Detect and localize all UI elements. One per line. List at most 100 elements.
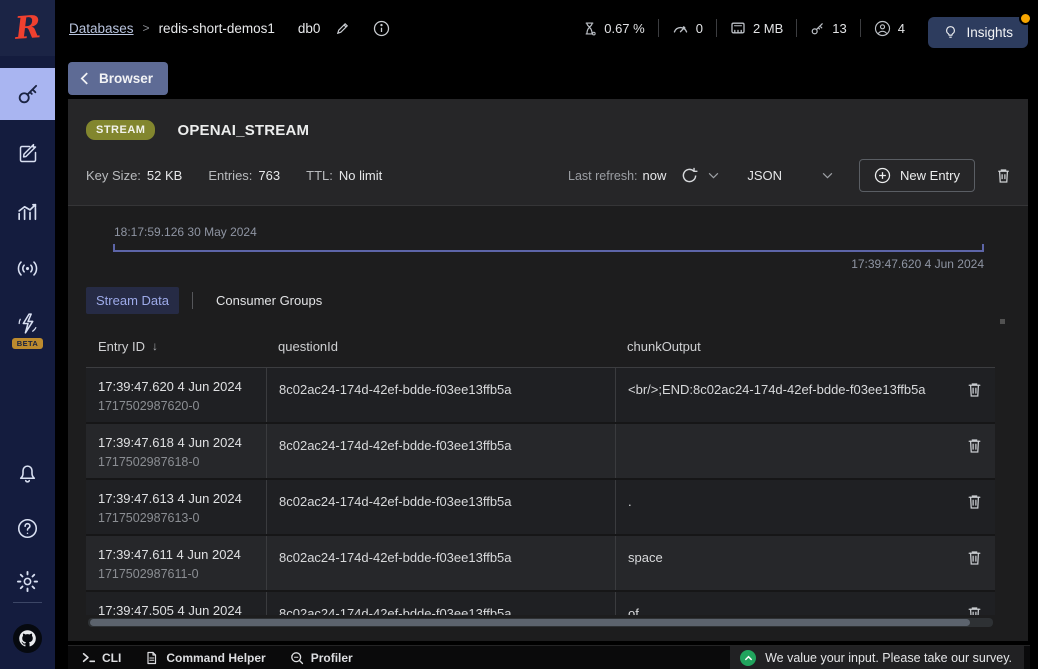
chunkoutput-cell: . [615, 480, 953, 534]
back-to-browser-button[interactable]: Browser [68, 62, 168, 95]
header-stat-cpu-usage: 0.67 % [569, 21, 657, 36]
table-row[interactable]: 17:39:47.618 4 Jun 20241717502987618-08c… [86, 424, 995, 480]
tab-consumer-groups[interactable]: Consumer Groups [206, 287, 332, 314]
delete-entry-icon[interactable] [953, 424, 995, 478]
profiler-icon [290, 651, 304, 665]
table-row[interactable]: 17:39:47.613 4 Jun 20241717502987613-08c… [86, 480, 995, 536]
triggers-icon [15, 311, 40, 336]
analytics-icon [15, 200, 40, 225]
breadcrumb-separator: > [143, 21, 150, 35]
header-stat-clients: 4 [861, 20, 918, 37]
sidebar-item-browser[interactable] [0, 68, 55, 120]
beta-badge: BETA [12, 338, 43, 349]
keys-icon [810, 21, 825, 36]
format-chevron-down-icon [822, 172, 833, 179]
redisinsight-app: R BETA Databases > redis-short-demos1 db… [0, 0, 1038, 669]
bell-icon [15, 460, 40, 485]
pubsub-icon [15, 256, 40, 281]
entry-id-cell: 17:39:47.613 4 Jun 20241717502987613-0 [86, 480, 266, 534]
table-row[interactable]: 17:39:47.505 4 Jun 20248c02ac24-174d-42e… [86, 592, 995, 615]
browser-key-icon [15, 81, 41, 107]
sidebar-item-analytics[interactable] [0, 186, 55, 238]
table-header-row: Entry ID ↓ questionId chunkOutput [86, 325, 995, 368]
new-entry-label: New Entry [900, 168, 960, 183]
github-icon[interactable] [13, 624, 42, 653]
horizontal-scrollbar[interactable] [88, 618, 993, 627]
format-select[interactable]: JSON [747, 168, 833, 183]
bottom-bar-profiler[interactable]: Profiler [290, 651, 353, 665]
sidebar-item-triggers-functions[interactable]: BETA [0, 300, 55, 360]
header-stat-memory: 2 MB [717, 20, 796, 36]
gear-icon [15, 569, 40, 594]
questionid-cell: 8c02ac24-174d-42ef-bdde-f03ee13ffb5a [266, 424, 615, 478]
info-icon[interactable] [373, 20, 390, 37]
memory-icon [730, 20, 746, 36]
table-row[interactable]: 17:39:47.611 4 Jun 20241717502987611-08c… [86, 536, 995, 592]
survey-icon [740, 650, 756, 666]
edit-pencil-icon[interactable] [335, 21, 350, 36]
last-refresh-value: now [643, 168, 667, 183]
chevron-left-icon [80, 72, 89, 85]
questionid-cell: 8c02ac24-174d-42ef-bdde-f03ee13ffb5a [266, 480, 615, 534]
sidebar-item-notifications[interactable] [0, 446, 55, 498]
header-stat-keys: 13 [797, 21, 859, 36]
key-meta: Key Size:52 KBEntries:763TTL:No limit [86, 168, 382, 183]
key-meta-pair: Key Size:52 KB [86, 168, 182, 183]
sort-desc-icon[interactable]: ↓ [152, 339, 158, 353]
horizontal-scrollbar-thumb[interactable] [90, 619, 970, 626]
database-stats: 0.67 %02 MB134 [569, 0, 918, 56]
breadcrumb-database-name: redis-short-demos1 [159, 21, 275, 36]
sidebar-item-pubsub[interactable] [0, 242, 55, 294]
vertical-scrollbar-thumb[interactable] [1000, 319, 1005, 324]
breadcrumb-databases-link[interactable]: Databases [69, 21, 134, 36]
clients-icon [874, 20, 891, 37]
stream-entries-table: Entry ID ↓ questionId chunkOutput 17:39:… [86, 325, 995, 615]
breadcrumb: Databases > redis-short-demos1 db0 [55, 20, 390, 37]
column-header-entry-id[interactable]: Entry ID ↓ [86, 339, 266, 354]
questionid-cell: 8c02ac24-174d-42ef-bdde-f03ee13ffb5a [266, 536, 615, 590]
column-header-questionid: questionId [266, 339, 615, 354]
sidebar-item-help[interactable] [0, 502, 55, 554]
entry-id-cell: 17:39:47.618 4 Jun 20241717502987618-0 [86, 424, 266, 478]
insights-button-label: Insights [966, 25, 1013, 40]
delete-entry-icon[interactable] [953, 368, 995, 422]
table-row[interactable]: 17:39:47.620 4 Jun 20241717502987620-08c… [86, 368, 995, 424]
tab-divider [192, 292, 193, 309]
key-meta-pair: TTL:No limit [306, 168, 382, 183]
delete-entry-icon[interactable] [953, 480, 995, 534]
timeline-end-label: 17:39:47.620 4 Jun 2024 [113, 257, 984, 271]
sidebar-item-workbench[interactable] [0, 128, 55, 180]
top-header: Databases > redis-short-demos1 db0 0.67 … [55, 0, 1038, 56]
key-name[interactable]: OPENAI_STREAM [177, 122, 309, 139]
commands-gauge-icon [672, 20, 689, 37]
delete-entry-icon[interactable] [953, 592, 995, 615]
tab-stream-data[interactable]: Stream Data [86, 287, 179, 314]
key-controls: Last refresh: now JSON [568, 159, 1012, 192]
insights-button[interactable]: Insights [928, 17, 1028, 48]
new-entry-button[interactable]: New Entry [859, 159, 975, 192]
bottom-bar-cli[interactable]: CLI [82, 651, 121, 665]
format-selected-value: JSON [747, 168, 782, 183]
bottom-toolbar: CLI Command Helper Profiler We value your … [68, 645, 1030, 669]
sidebar: R BETA [0, 0, 55, 669]
timeline-range[interactable] [113, 244, 984, 252]
bottom-bar-command-helper[interactable]: Command Helper [145, 651, 265, 665]
redis-logo[interactable]: R [0, 0, 55, 56]
survey-link[interactable]: We value your input. Please take our sur… [730, 646, 1024, 669]
sidebar-item-settings[interactable] [0, 555, 55, 607]
chunkoutput-cell: space [615, 536, 953, 590]
delete-key-icon[interactable] [995, 167, 1012, 185]
entry-id-cell: 17:39:47.505 4 Jun 2024 [86, 592, 266, 615]
refresh-options-chevron-icon[interactable] [708, 172, 719, 179]
stream-tabs: Stream Data Consumer Groups [86, 287, 332, 314]
entry-id-cell: 17:39:47.620 4 Jun 20241717502987620-0 [86, 368, 266, 422]
notification-dot [1019, 12, 1032, 25]
delete-entry-icon[interactable] [953, 536, 995, 590]
chunkoutput-cell: of [615, 592, 953, 615]
plus-circle-icon [874, 167, 891, 184]
back-button-label: Browser [99, 71, 153, 86]
key-type-badge: STREAM [86, 120, 155, 140]
header-stat-commands-gauge: 0 [659, 20, 716, 37]
chunkoutput-cell [615, 424, 953, 478]
refresh-icon[interactable] [680, 166, 699, 185]
